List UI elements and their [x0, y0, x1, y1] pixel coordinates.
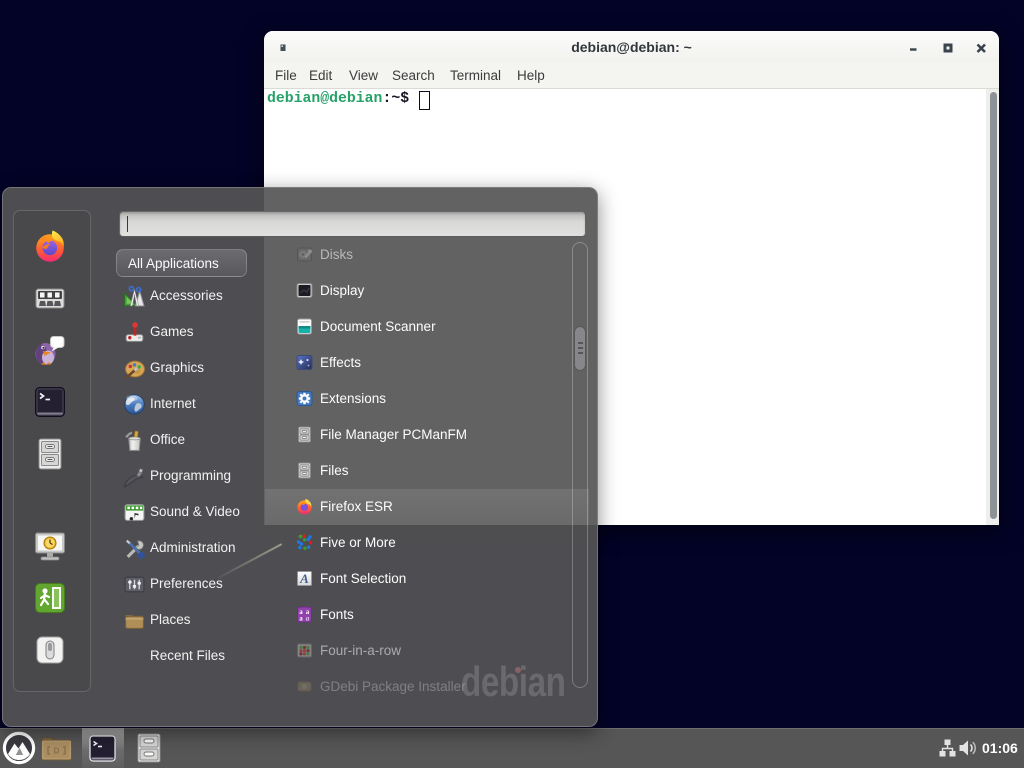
svg-text:A: A [299, 571, 309, 586]
svg-text:a: a [299, 615, 303, 623]
svg-text:D: D [54, 747, 60, 756]
svg-text:a: a [306, 615, 310, 623]
